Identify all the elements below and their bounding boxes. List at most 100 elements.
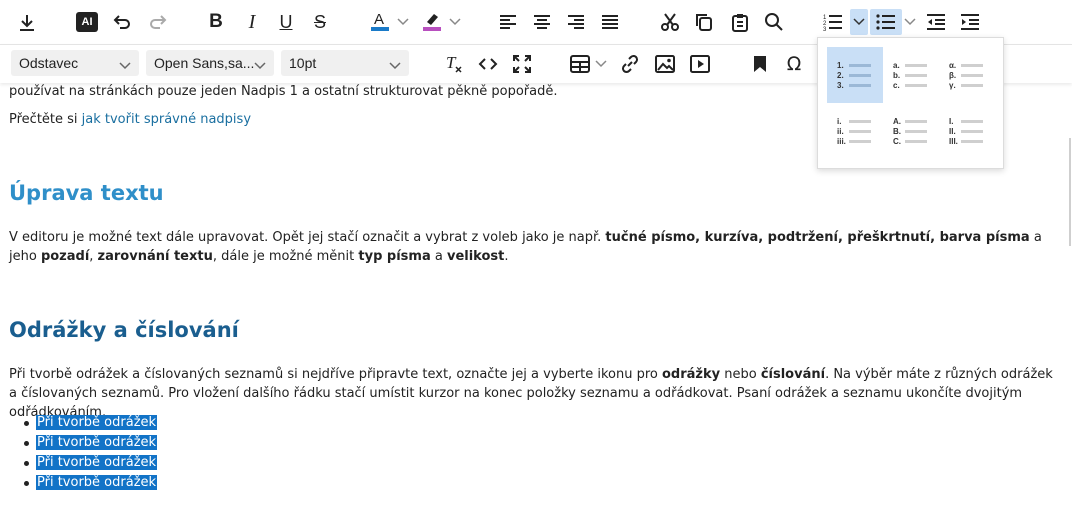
highlight-color-icon[interactable] (420, 8, 444, 34)
numbering-label: B. (893, 127, 901, 136)
bullet-list-icon[interactable] (870, 9, 902, 35)
numbering-line (849, 120, 871, 123)
numbering-line (905, 140, 927, 143)
selected-text: Při tvorbě odrážek (36, 475, 158, 490)
numbering-style-popup: 1. 2. 3. a. b. c. α. β. γ. i. ii. iii. A. B. C. I.… (817, 37, 1004, 169)
text: nebo (720, 367, 761, 382)
numbering-option-upper-roman[interactable]: I. II. III. (939, 103, 995, 159)
indent-icon[interactable] (958, 10, 982, 34)
svg-text:3: 3 (823, 27, 827, 31)
bold-icon[interactable]: B (204, 10, 228, 34)
chevron-down-icon[interactable] (594, 57, 608, 71)
numbering-label: i. (837, 117, 842, 126)
bold-text: číslování (760, 367, 826, 382)
svg-text:A: A (374, 11, 384, 28)
text: V editoru je možné text dále upravovat. … (9, 230, 606, 245)
numbering-label: α. (949, 61, 957, 70)
bold-text: tučné písmo, kurzíva, podtržení, přeškrt… (605, 230, 1030, 245)
numbering-line (961, 130, 983, 133)
align-right-icon[interactable] (564, 10, 588, 34)
numbering-line (905, 74, 927, 77)
ai-button[interactable]: AI (76, 12, 98, 32)
numbering-label: III. (949, 137, 958, 146)
chevron-down-icon (254, 57, 266, 73)
numbering-label: a. (893, 61, 900, 70)
numbering-label: I. (949, 117, 954, 126)
bold-text: zarovnání textu (97, 249, 213, 264)
media-icon[interactable] (688, 51, 712, 77)
bold-text: odrážky (661, 367, 721, 382)
list-item[interactable]: Při tvorbě odrážek (23, 453, 158, 473)
bold-text: pozadí (40, 249, 90, 264)
text-color-icon[interactable]: A (368, 8, 392, 34)
numbering-option-decimal[interactable]: 1. 2. 3. (827, 47, 883, 103)
numbering-option-lower-roman[interactable]: i. ii. iii. (827, 103, 883, 159)
numbered-list-icon[interactable]: 123 (820, 10, 846, 34)
numbering-label: ii. (837, 127, 844, 136)
numbering-label: C. (893, 137, 901, 146)
numbering-line (905, 84, 927, 87)
block-format-select[interactable]: Odstavec (11, 50, 139, 76)
align-left-icon[interactable] (496, 10, 520, 34)
download-icon[interactable] (14, 10, 40, 36)
search-icon[interactable] (762, 10, 786, 34)
numbering-label: iii. (837, 137, 846, 146)
redo-icon[interactable] (146, 10, 170, 34)
numbering-option-upper-alpha[interactable]: A. B. C. (883, 103, 939, 159)
bold-text: velikost (446, 249, 505, 264)
fullscreen-icon[interactable] (510, 51, 534, 77)
numbering-label: 2. (837, 71, 844, 80)
heading-lists: Odrážky a číslování (9, 318, 239, 342)
font-size-select[interactable]: 10pt (281, 50, 409, 76)
font-family-value: Open Sans,sa... (154, 55, 255, 71)
image-icon[interactable] (653, 51, 677, 77)
numbering-label: A. (893, 117, 901, 126)
undo-icon[interactable] (110, 10, 134, 34)
cut-icon[interactable] (658, 10, 682, 34)
numbering-line (961, 120, 983, 123)
text: , (89, 249, 98, 264)
scrollbar[interactable] (1069, 138, 1071, 246)
align-justify-icon[interactable] (598, 10, 622, 34)
underline-icon[interactable]: U (274, 10, 298, 34)
align-center-icon[interactable] (530, 10, 554, 34)
numbering-option-lower-greek[interactable]: α. β. γ. (939, 47, 995, 103)
chevron-down-icon (119, 57, 131, 73)
paragraph-edit: V editoru je možné text dále upravovat. … (9, 228, 1054, 266)
numbering-label: II. (949, 127, 956, 136)
numbering-option-lower-alpha[interactable]: a. b. c. (883, 47, 939, 103)
clear-formatting-icon[interactable]: T (442, 51, 466, 77)
numbering-line (961, 140, 983, 143)
paste-icon[interactable] (728, 10, 752, 34)
numbering-line (849, 64, 871, 67)
list-item[interactable]: Při tvorbě odrážek (23, 413, 158, 433)
numbered-list-chevron-icon[interactable] (850, 9, 868, 35)
text: . (504, 249, 509, 264)
link-icon[interactable] (618, 51, 642, 77)
chevron-down-icon[interactable] (448, 14, 462, 30)
source-code-icon[interactable] (476, 51, 500, 77)
list-item[interactable]: Při tvorbě odrážek (23, 433, 158, 453)
chevron-down-icon[interactable] (396, 14, 410, 30)
numbering-line (961, 84, 983, 87)
list-item[interactable]: Při tvorbě odrážek (23, 473, 158, 493)
numbering-line (905, 120, 927, 123)
read-prefix: Přečtěte si (9, 112, 82, 127)
numbering-line (905, 130, 927, 133)
outdent-icon[interactable] (924, 10, 948, 34)
block-format-value: Odstavec (19, 55, 79, 71)
numbering-line (961, 74, 983, 77)
selected-text: Při tvorbě odrážek (36, 415, 158, 430)
special-character-icon[interactable]: Ω (782, 51, 806, 77)
bookmark-icon[interactable] (748, 51, 772, 77)
italic-icon[interactable]: I (240, 10, 264, 34)
table-icon[interactable] (568, 51, 592, 77)
headings-link[interactable]: jak tvořit správné nadpisy (82, 112, 251, 127)
numbering-line (849, 140, 871, 143)
chevron-down-icon[interactable] (903, 14, 917, 30)
strikethrough-icon[interactable]: S (308, 10, 332, 34)
font-family-select[interactable]: Open Sans,sa... (146, 50, 274, 76)
copy-icon[interactable] (692, 10, 716, 34)
numbering-label: β. (949, 71, 957, 80)
bullet-list: Při tvorbě odrážek Při tvorbě odrážek Př… (23, 413, 158, 493)
